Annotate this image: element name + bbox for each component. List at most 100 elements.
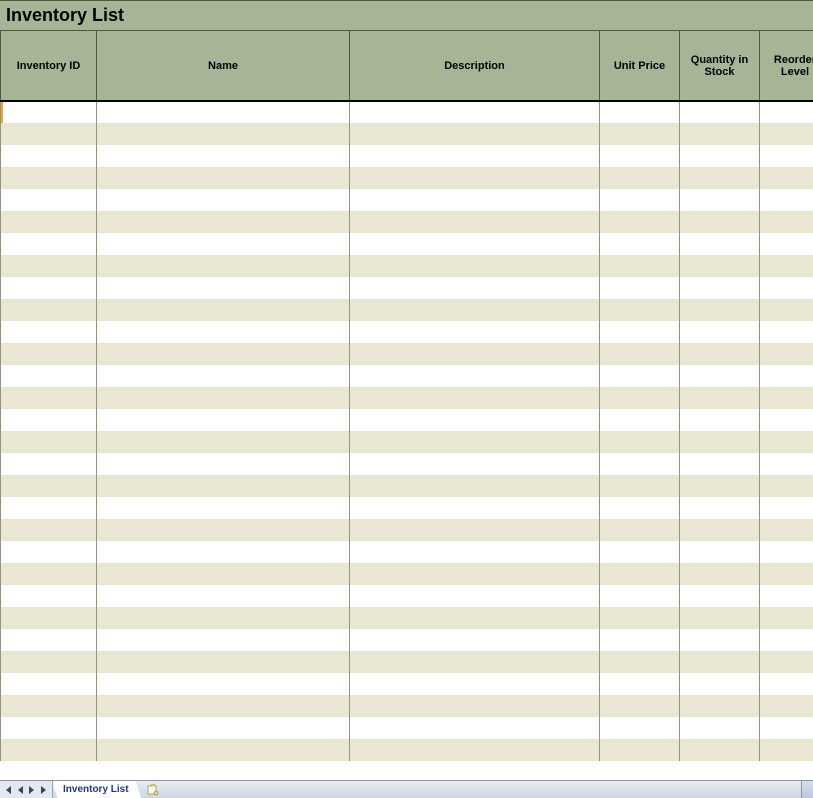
cell[interactable] [350,145,600,167]
col-header-reorder-level[interactable]: Reorder Level [760,31,813,101]
cell[interactable] [97,673,350,695]
cell[interactable] [1,321,97,343]
cell[interactable] [680,123,760,145]
cell[interactable] [1,409,97,431]
cell[interactable] [1,541,97,563]
cell[interactable] [600,167,680,189]
cell[interactable] [97,519,350,541]
cell[interactable] [760,431,813,453]
cell[interactable] [1,695,97,717]
cell[interactable] [680,409,760,431]
cell[interactable] [350,651,600,673]
table-row[interactable] [1,101,813,123]
cell[interactable] [97,277,350,299]
table-row[interactable] [1,519,813,541]
cell[interactable] [760,695,813,717]
cell[interactable] [97,541,350,563]
cell[interactable] [600,123,680,145]
cell[interactable] [680,607,760,629]
cell[interactable] [600,299,680,321]
cell[interactable] [600,321,680,343]
table-row[interactable] [1,453,813,475]
cell[interactable] [1,277,97,299]
cell[interactable] [97,475,350,497]
cell[interactable] [350,255,600,277]
cell[interactable] [600,651,680,673]
cell[interactable] [600,739,680,761]
cell[interactable] [680,519,760,541]
cell[interactable] [1,453,97,475]
cell[interactable] [600,145,680,167]
cell[interactable] [600,695,680,717]
cell[interactable] [350,123,600,145]
cell[interactable] [350,233,600,255]
cell[interactable] [760,343,813,365]
cell[interactable] [350,695,600,717]
cell[interactable] [760,673,813,695]
table-row[interactable] [1,321,813,343]
cell[interactable] [350,409,600,431]
cell[interactable] [350,343,600,365]
cell[interactable] [760,475,813,497]
cell[interactable] [760,211,813,233]
cell[interactable] [1,717,97,739]
col-header-name[interactable]: Name [97,31,350,101]
cell[interactable] [600,453,680,475]
cell[interactable] [97,497,350,519]
cell[interactable] [1,299,97,321]
cell[interactable] [1,211,97,233]
cell[interactable] [1,431,97,453]
cell[interactable] [680,255,760,277]
last-sheet-icon[interactable] [38,783,50,797]
table-row[interactable] [1,387,813,409]
table-row[interactable] [1,695,813,717]
table-row[interactable] [1,277,813,299]
cell[interactable] [350,673,600,695]
table-row[interactable] [1,299,813,321]
cell[interactable] [600,607,680,629]
table-row[interactable] [1,167,813,189]
cell[interactable] [680,167,760,189]
cell[interactable] [680,365,760,387]
cell[interactable] [680,453,760,475]
table-row[interactable] [1,409,813,431]
cell[interactable] [600,255,680,277]
cell[interactable] [680,299,760,321]
table-row[interactable] [1,673,813,695]
table-row[interactable] [1,607,813,629]
table-row[interactable] [1,475,813,497]
cell[interactable] [1,519,97,541]
cell[interactable] [350,717,600,739]
cell[interactable] [350,475,600,497]
cell[interactable] [760,233,813,255]
cell[interactable] [600,101,680,123]
next-sheet-icon[interactable] [26,783,38,797]
table-row[interactable] [1,563,813,585]
cell[interactable] [760,519,813,541]
cell[interactable] [1,189,97,211]
cell[interactable] [1,497,97,519]
cell[interactable] [760,497,813,519]
cell[interactable] [600,629,680,651]
table-row[interactable] [1,541,813,563]
cell[interactable] [680,189,760,211]
new-sheet-icon[interactable] [142,781,164,798]
cell[interactable] [760,299,813,321]
cell[interactable] [760,541,813,563]
cell[interactable] [1,343,97,365]
table-row[interactable] [1,145,813,167]
cell[interactable] [97,585,350,607]
cell[interactable] [97,563,350,585]
cell[interactable] [97,453,350,475]
cell[interactable] [1,123,97,145]
col-header-unit-price[interactable]: Unit Price [600,31,680,101]
cell[interactable] [680,717,760,739]
cell[interactable] [600,365,680,387]
cell[interactable] [350,607,600,629]
cell[interactable] [350,365,600,387]
cell[interactable] [760,651,813,673]
cell[interactable] [350,211,600,233]
cell[interactable] [350,519,600,541]
col-header-inventory-id[interactable]: Inventory ID [1,31,97,101]
cell[interactable] [680,321,760,343]
